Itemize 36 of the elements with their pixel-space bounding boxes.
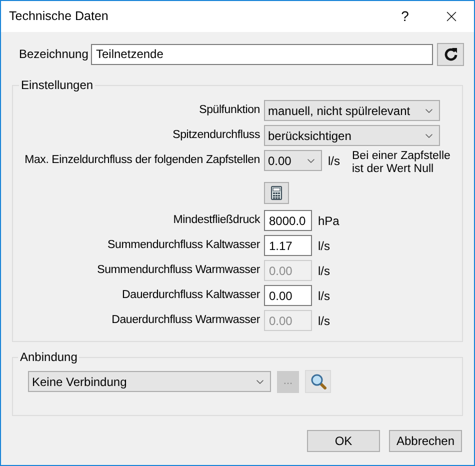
field-label: Summendurchfluss Warmwasser: [96, 262, 261, 278]
window-title: Technische Daten: [9, 8, 110, 26]
number-field[interactable]: 8000.0: [264, 210, 312, 231]
field-label: Max. Einzeldurchfluss der folgenden Zapfstellen: [24, 152, 261, 168]
note-text: Bei einer Zapfstelle ist der Wert Null: [352, 150, 452, 176]
name-field[interactable]: Teilnetzende: [91, 44, 433, 64]
group-title: Einstellungen: [20, 77, 94, 94]
calculator-button[interactable]: [264, 182, 289, 204]
unit-label: l/s: [318, 262, 331, 280]
help-button[interactable]: ?: [382, 2, 428, 32]
unit-label: l/s: [318, 288, 331, 304]
dialog-button[interactable]: OK: [307, 430, 380, 452]
field-label: Mindestfließdruck: [172, 212, 262, 228]
unit-label: hPa: [318, 212, 340, 230]
unit-label: l/s: [318, 238, 331, 254]
number-field[interactable]: 1.17: [264, 235, 312, 256]
field-label: Spitzendurchfluss: [172, 128, 261, 143]
unit-label: l/s: [328, 152, 341, 170]
unit-label: l/s: [318, 312, 331, 330]
dropdown[interactable]: 0.00: [264, 150, 322, 171]
dropdown[interactable]: berücksichtigen: [264, 125, 440, 146]
group-title: Anbindung: [19, 349, 78, 366]
refresh-button[interactable]: [437, 42, 464, 66]
field-label: Spülfunktion: [198, 102, 261, 118]
field-label: Summendurchfluss Kaltwasser: [106, 238, 261, 253]
field-label: Dauerdurchfluss Warmwasser: [110, 312, 261, 328]
dropdown[interactable]: manuell, nicht spülrelevant: [264, 100, 440, 121]
search-button[interactable]: [305, 370, 331, 393]
name-label: Bezeichnung: [19, 46, 90, 63]
field-label: Dauerdurchfluss Kaltwasser: [121, 288, 261, 303]
number-field[interactable]: 0.00: [264, 285, 312, 306]
dropdown[interactable]: Keine Verbindung: [28, 371, 271, 392]
calculator-icon: [271, 186, 282, 200]
refresh-icon: [444, 47, 458, 61]
dialog-button[interactable]: Abbrechen: [389, 430, 462, 452]
search-icon: [310, 373, 326, 390]
